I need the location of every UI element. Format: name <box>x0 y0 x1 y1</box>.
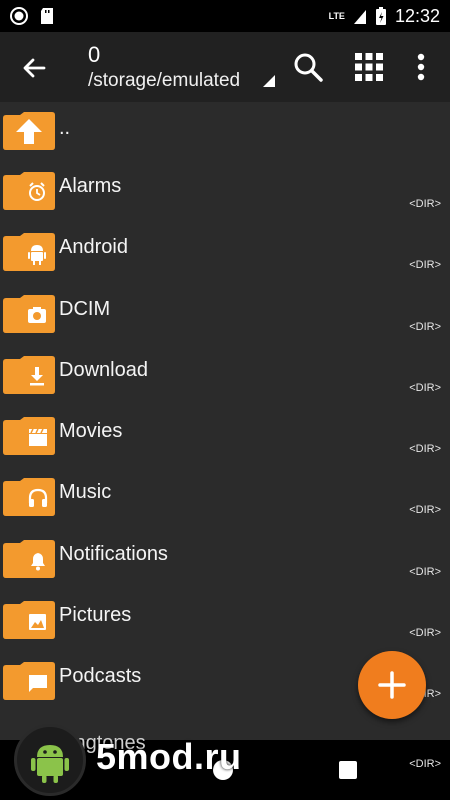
item-name: Music <box>59 481 112 504</box>
watermark-text: 5mod.ru <box>96 736 242 777</box>
record-icon <box>10 7 28 25</box>
clock: 12:32 <box>394 5 440 26</box>
item-name: Pictures <box>59 604 132 627</box>
item-type: <DIR> <box>409 565 441 578</box>
path-dropdown-icon[interactable] <box>262 74 276 88</box>
camera-icon <box>3 294 55 333</box>
item-name: Movies <box>59 420 123 443</box>
item-name: Podcasts <box>59 665 142 688</box>
more-vert-icon[interactable] <box>404 50 438 84</box>
item-name: .. <box>59 117 71 139</box>
item-type: <DIR> <box>409 320 441 333</box>
app-bar: 0 /storage/emulated <box>0 32 450 102</box>
chat-icon <box>3 662 55 701</box>
status-bar: LTE 12:32 <box>0 0 450 32</box>
list-item-download[interactable]: Download <DIR> <box>0 344 450 405</box>
item-type: <DIR> <box>409 504 441 517</box>
item-name: Notifications <box>59 542 168 565</box>
battery-icon <box>375 7 386 25</box>
item-name: Alarms <box>59 175 122 197</box>
current-path[interactable]: /storage/emulated <box>88 70 240 92</box>
folder-up-icon <box>3 112 55 150</box>
list-item-notifications[interactable]: Notifications <DIR> <box>0 528 450 589</box>
grid-view-icon[interactable] <box>352 50 386 84</box>
item-type: <DIR> <box>409 198 441 210</box>
item-type: <DIR> <box>409 259 441 272</box>
clapperboard-icon <box>3 417 55 456</box>
selection-count: 0 <box>88 42 101 67</box>
item-name: DCIM <box>59 297 111 320</box>
alarm-icon <box>3 172 55 210</box>
bell-icon <box>3 539 55 578</box>
headphones-icon <box>3 478 55 517</box>
signal-icon <box>353 10 366 24</box>
list-item-parent[interactable]: .. <box>0 102 450 160</box>
item-type: <DIR> <box>409 758 441 770</box>
sd-card-icon <box>41 8 53 24</box>
image-icon <box>3 601 55 640</box>
list-item-movies[interactable]: Movies <DIR> <box>0 405 450 466</box>
list-item-music[interactable]: Music <DIR> <box>0 466 450 527</box>
search-icon[interactable] <box>291 50 325 84</box>
add-button[interactable] <box>358 651 426 719</box>
recents-button[interactable] <box>339 761 357 779</box>
file-list: .. Alarms <DIR> Android <DIR> DCIM <DIR>… <box>0 102 450 712</box>
download-icon <box>3 355 55 394</box>
list-item-dcim[interactable]: DCIM <DIR> <box>0 283 450 344</box>
plus-icon <box>378 671 406 699</box>
watermark: 5mod.ru <box>14 724 254 796</box>
android-icon <box>3 233 55 272</box>
list-item-pictures[interactable]: Pictures <DIR> <box>0 589 450 650</box>
item-type: <DIR> <box>409 627 441 640</box>
item-type: <DIR> <box>409 443 441 456</box>
back-arrow-icon[interactable] <box>18 52 50 84</box>
item-name: Download <box>59 358 148 381</box>
item-name: Android <box>59 236 128 259</box>
list-item-alarms[interactable]: Alarms <DIR> <box>0 160 450 221</box>
android-logo-icon <box>14 724 86 796</box>
network-type: LTE <box>328 11 345 21</box>
item-type: <DIR> <box>409 381 441 394</box>
list-item-android[interactable]: Android <DIR> <box>0 221 450 282</box>
